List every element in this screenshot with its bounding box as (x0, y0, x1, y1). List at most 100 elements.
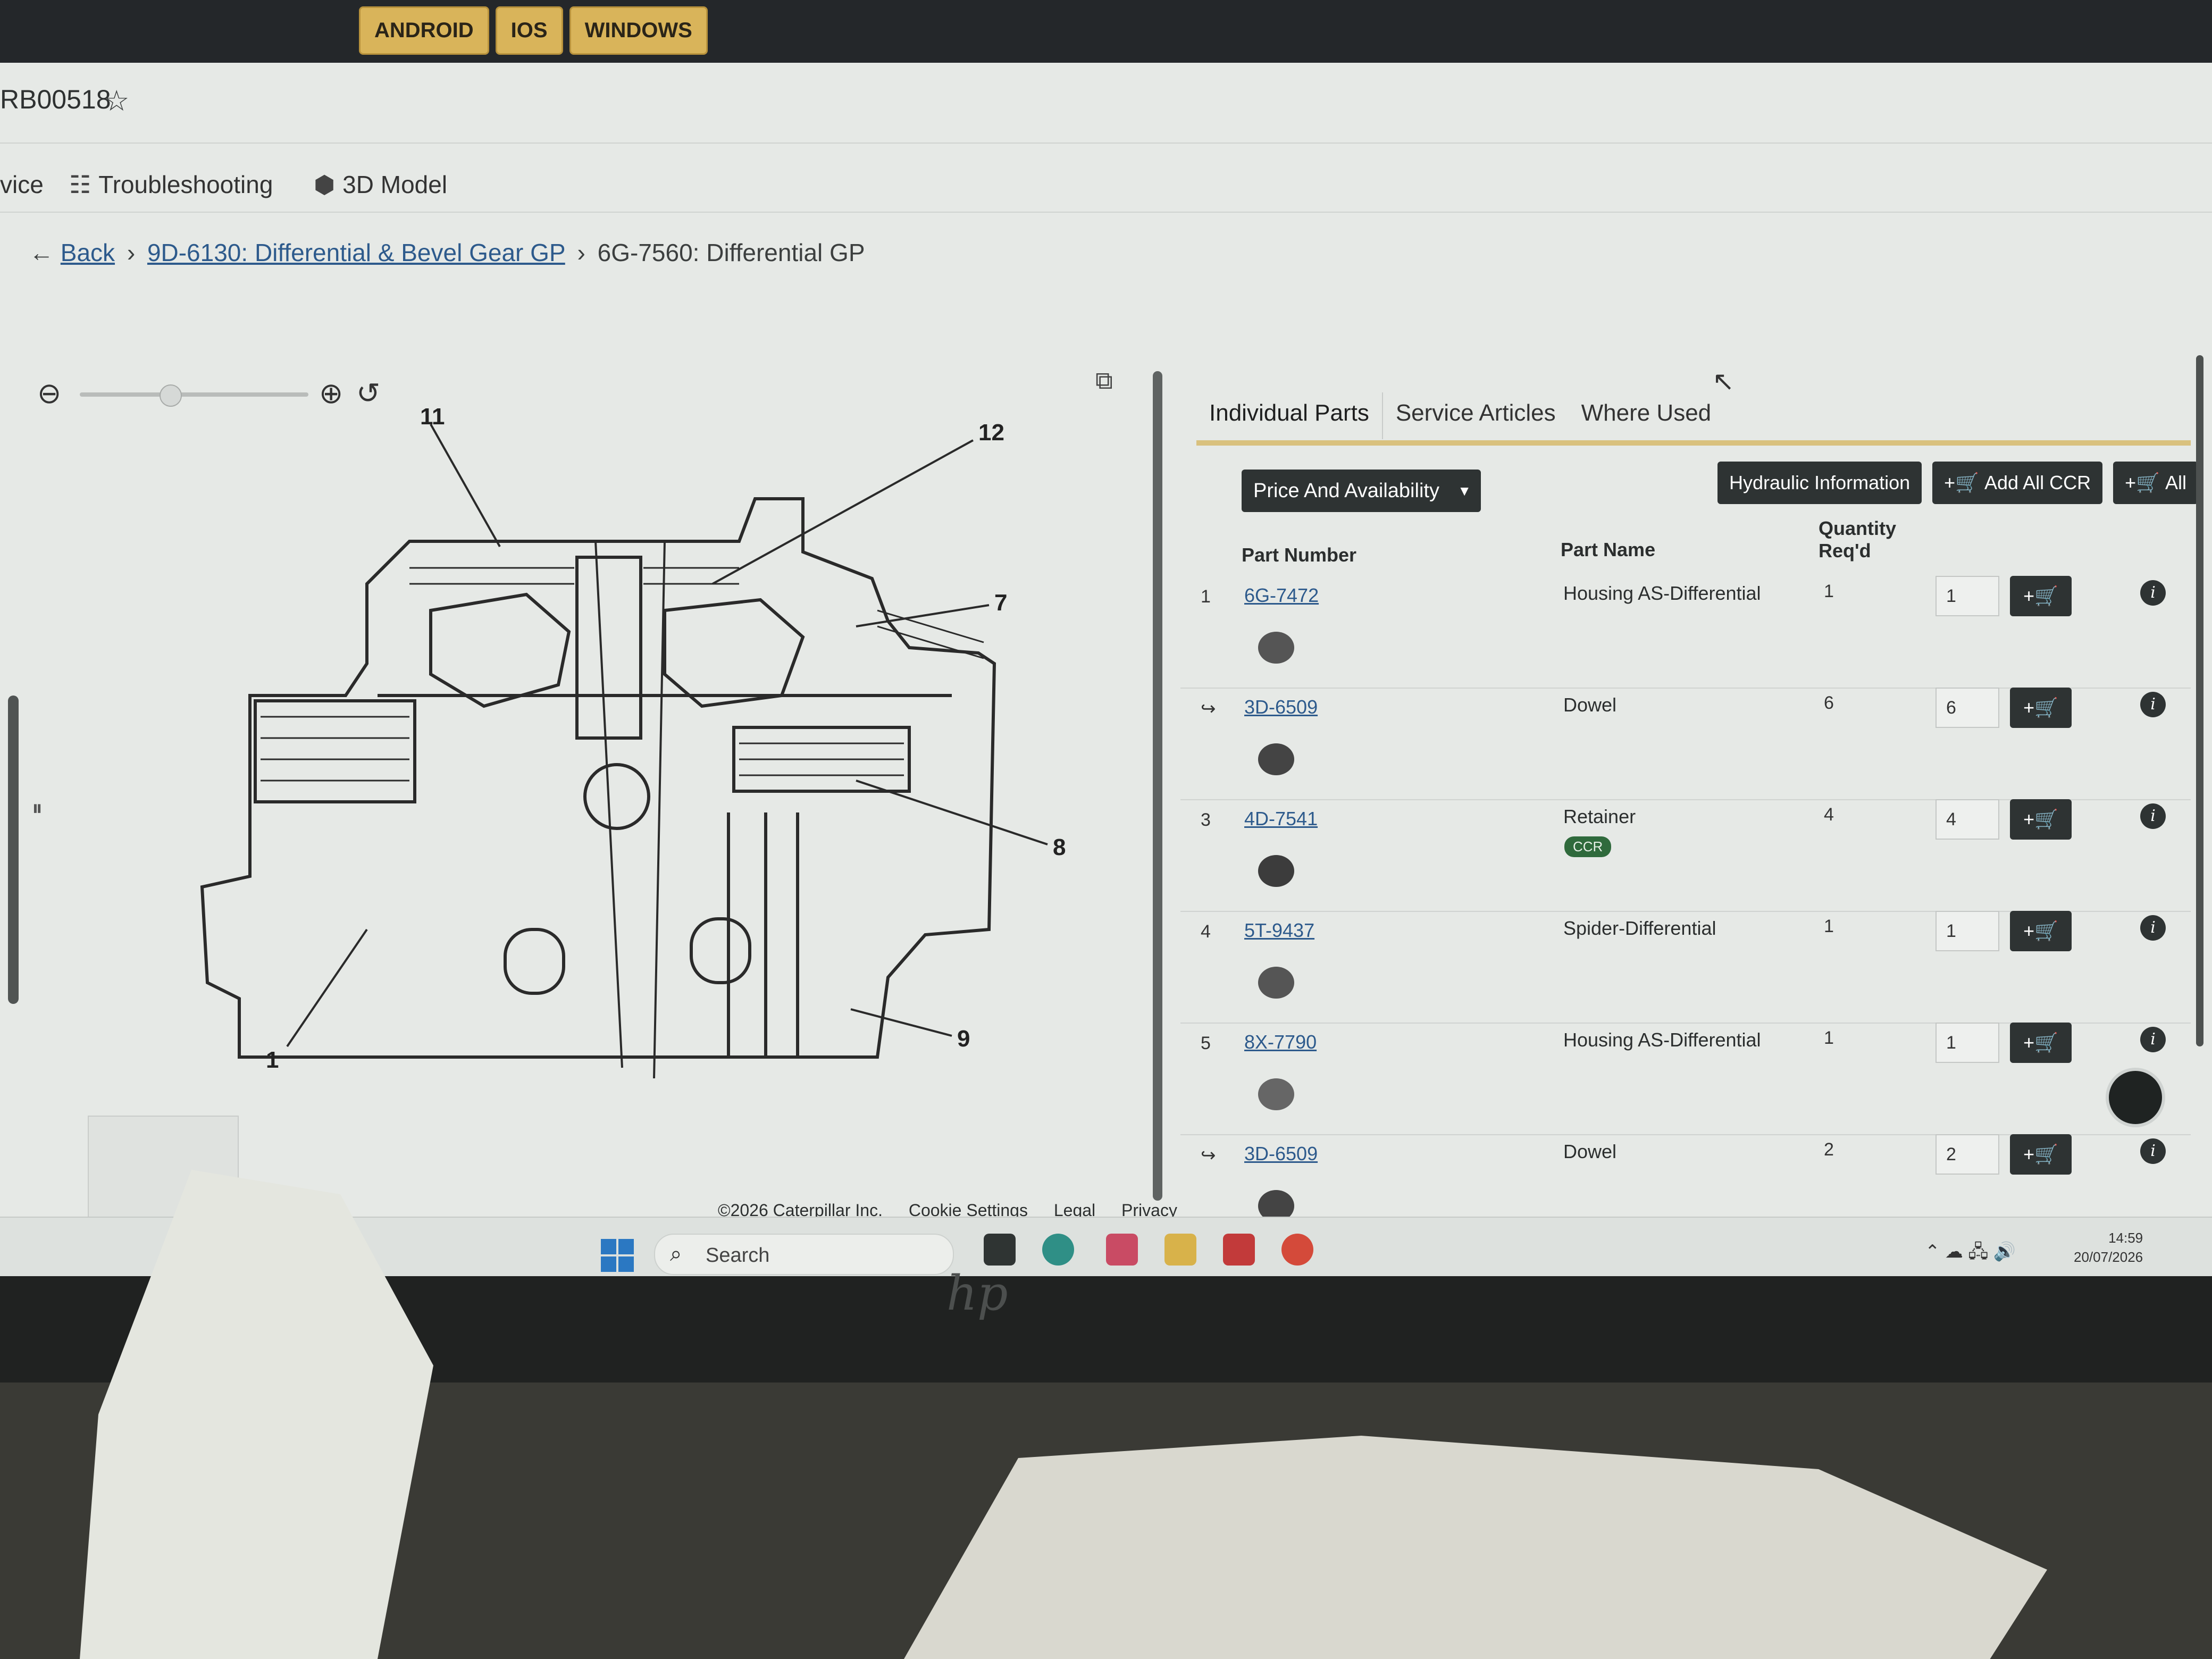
part-thumbnail[interactable] (1250, 842, 1303, 895)
nav-3d-model[interactable]: ⬢ 3D Model (314, 170, 447, 199)
info-icon[interactable]: i (2140, 803, 2166, 829)
quantity-required: 1 (1824, 916, 1834, 936)
tab-ios[interactable]: IOS (495, 6, 563, 55)
quantity-input[interactable]: 2 (1936, 1134, 1999, 1175)
add-to-cart-button[interactable]: +🛒 (2010, 688, 2072, 728)
part-thumbnail[interactable] (1250, 953, 1303, 1007)
breadcrumb-parent[interactable]: 9D-6130: Differential & Bevel Gear GP (147, 239, 565, 266)
part-name: Retainer (1563, 806, 1636, 827)
edge-browser-icon[interactable] (1042, 1234, 1074, 1266)
add-to-cart-button[interactable]: +🛒 (2010, 576, 2072, 616)
callout-7[interactable]: 7 (994, 590, 1007, 616)
breadcrumb-separator: › (577, 239, 585, 266)
file-explorer-icon[interactable] (1164, 1234, 1196, 1266)
quantity-input[interactable]: 6 (1936, 688, 1999, 728)
part-name: Dowel (1563, 694, 1617, 716)
nav-service-label: vice (0, 171, 44, 198)
snipping-tool-icon[interactable] (1106, 1234, 1138, 1266)
col-quantity: Quantity Req'd (1819, 517, 1897, 562)
clock-time: 14:59 (2108, 1230, 2143, 1246)
row-index: 1 (1201, 586, 1211, 607)
part-number-link[interactable]: 5T-9437 (1244, 919, 1314, 942)
info-icon[interactable]: i (2140, 915, 2166, 941)
tab-where-used[interactable]: Where Used (1569, 392, 1724, 439)
price-availability-label: Price And Availability (1253, 479, 1439, 502)
zoom-slider[interactable] (80, 392, 308, 397)
star-icon[interactable]: ☆ (104, 84, 129, 118)
quantity-input[interactable]: 1 (1936, 576, 1999, 616)
chevron-down-icon: ▼ (1457, 482, 1471, 499)
quantity-input[interactable]: 1 (1936, 911, 1999, 951)
system-tray[interactable]: ⌃ ☁ 🖧 🔊 (1925, 1239, 2016, 1269)
clock-date: 20/07/2026 (2074, 1249, 2143, 1265)
quantity-required: 1 (1824, 1028, 1834, 1048)
part-number-link[interactable]: 8X-7790 (1244, 1031, 1317, 1053)
row-index: ↪ (1201, 699, 1216, 719)
add-to-cart-button[interactable]: +🛒 (2010, 799, 2072, 840)
info-icon[interactable]: i (2140, 580, 2166, 606)
callout-1[interactable]: 1 (266, 1047, 279, 1073)
part-number-link[interactable]: 4D-7541 (1244, 808, 1318, 830)
part-number-link[interactable]: 6G-7472 (1244, 584, 1319, 607)
part-number-link[interactable]: 3D-6509 (1244, 696, 1318, 718)
hydraulic-information-button[interactable]: Hydraulic Information (1717, 462, 1922, 504)
document-id: RB00518 (0, 85, 111, 114)
hp-logo: hp (946, 1266, 1008, 1321)
reset-icon[interactable]: ↺ (356, 376, 380, 410)
add-to-cart-button[interactable]: +🛒 (2010, 1134, 2072, 1175)
row-index: 3 (1201, 810, 1211, 830)
part-thumbnail[interactable] (1250, 1065, 1303, 1118)
collapse-icon[interactable]: ⏸ (32, 797, 43, 820)
add-all-ccr-button[interactable]: +🛒 Add All CCR (1932, 462, 2103, 504)
part-thumbnail[interactable] (1250, 618, 1303, 672)
price-availability-dropdown[interactable]: Price And Availability ▼ (1242, 470, 1481, 512)
parts-scrollbar[interactable] (2196, 355, 2203, 1046)
nav-service[interactable]: vice (0, 170, 44, 199)
tab-individual-parts[interactable]: Individual Parts (1196, 392, 1383, 439)
zoom-in-icon[interactable]: ⊕ (319, 376, 343, 410)
callout-12[interactable]: 12 (978, 420, 1004, 446)
tab-android[interactable]: ANDROID (359, 6, 489, 55)
pane-splitter[interactable] (1153, 371, 1162, 1201)
add-to-cart-button[interactable]: +🛒 (2010, 1023, 2072, 1063)
row-index: 5 (1201, 1033, 1211, 1053)
zoom-out-icon[interactable]: ⊖ (37, 376, 61, 410)
tab-service-articles[interactable]: Service Articles (1383, 392, 1569, 439)
help-button[interactable] (2106, 1068, 2165, 1127)
quantity-input[interactable]: 1 (1936, 1023, 1999, 1063)
add-all-ccr-label: Add All CCR (1984, 472, 2091, 493)
callout-8[interactable]: 8 (1053, 834, 1066, 860)
part-thumbnail[interactable] (1250, 730, 1303, 783)
table-row: 1 6G-7472 Housing AS-Differential 1 1 +🛒 i (1180, 576, 2191, 689)
info-icon[interactable]: i (2140, 692, 2166, 717)
part-number-link[interactable]: 3D-6509 (1244, 1143, 1318, 1165)
popout-icon[interactable]: ⧉ (1095, 366, 1113, 396)
quantity-input[interactable]: 4 (1936, 799, 1999, 840)
cart-icon: +🛒 (2125, 472, 2165, 493)
tab-windows[interactable]: WINDOWS (569, 6, 708, 55)
callout-9[interactable]: 9 (957, 1026, 970, 1052)
windows-start-icon[interactable] (601, 1239, 634, 1272)
add-to-cart-button[interactable]: +🛒 (2010, 911, 2072, 951)
breadcrumb-back[interactable]: Back (61, 239, 115, 266)
info-icon[interactable]: i (2140, 1138, 2166, 1164)
add-all-button[interactable]: +🛒 All (2113, 462, 2198, 504)
search-icon: ⌕ (670, 1242, 682, 1266)
info-icon[interactable]: i (2140, 1027, 2166, 1052)
taskbar-search[interactable]: ⌕ Search (654, 1234, 954, 1275)
breadcrumb-current: 6G-7560: Differential GP (597, 239, 865, 266)
back-arrow-icon[interactable]: ← (29, 239, 54, 266)
clock[interactable]: 14:59 20/07/2026 (2074, 1228, 2143, 1267)
left-scrollbar[interactable] (8, 696, 19, 1004)
breadcrumb: ← Back › 9D-6130: Differential & Bevel G… (29, 238, 865, 267)
cube-icon: ⬢ (314, 171, 336, 198)
differential-drawing: 11 12 7 8 9 1 (200, 408, 1066, 1079)
app-icon[interactable] (1223, 1234, 1255, 1266)
callout-11[interactable]: 11 (420, 408, 445, 430)
nav-troubleshooting[interactable]: ☷ Troubleshooting (69, 170, 273, 199)
task-view-icon[interactable] (984, 1234, 1016, 1266)
zoom-slider-thumb[interactable] (160, 384, 182, 407)
row-index: ↪ (1201, 1145, 1216, 1166)
os-tab-bar: ANDROID IOS WINDOWS (359, 6, 708, 55)
chrome-icon[interactable] (1281, 1234, 1313, 1266)
